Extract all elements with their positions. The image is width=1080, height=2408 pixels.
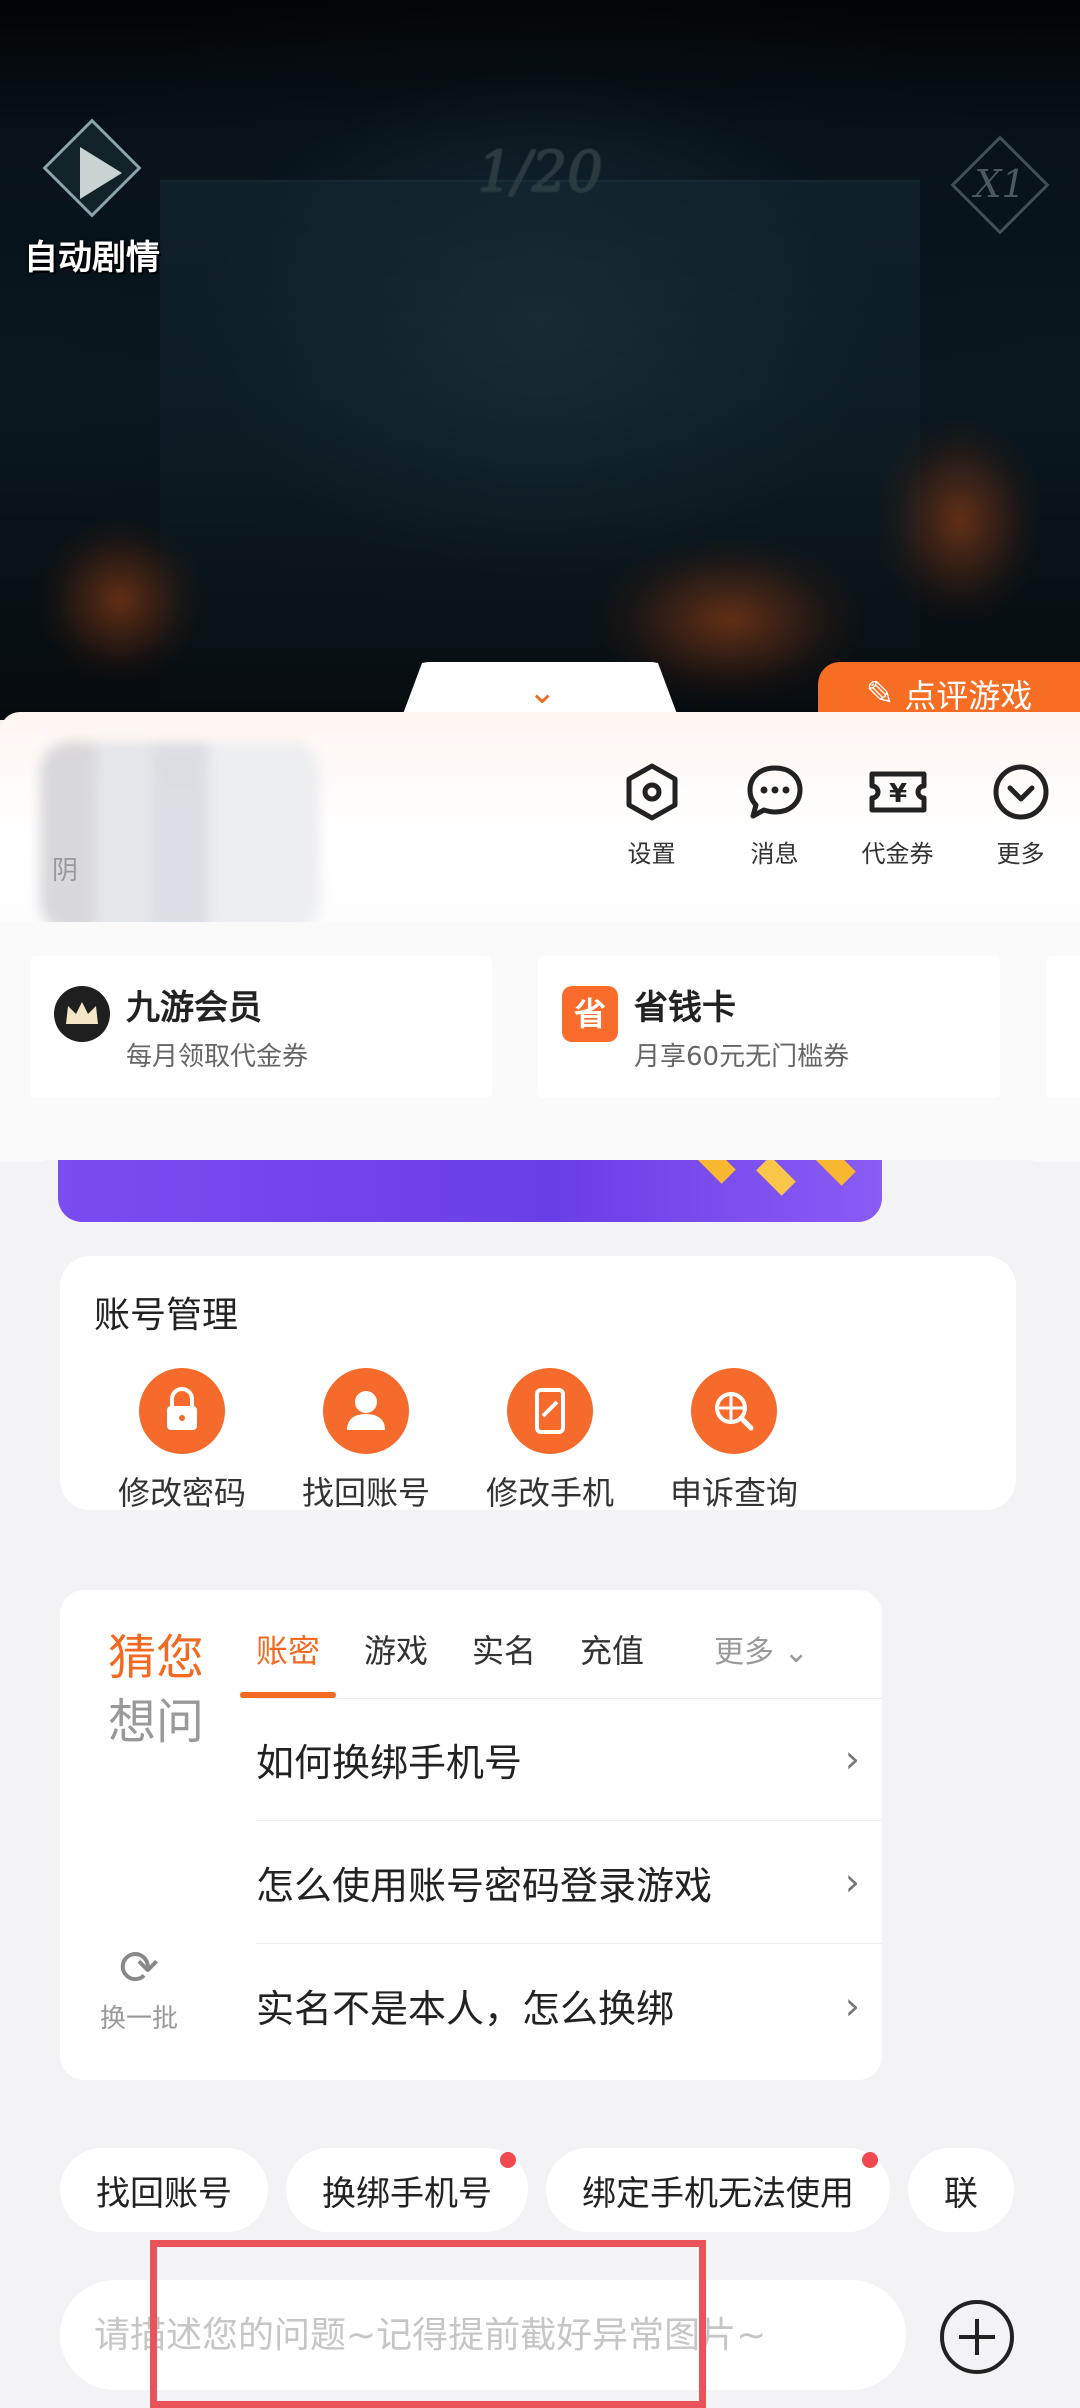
- quick-topic-chips: 找回账号 换绑手机号 绑定手机无法使用 联: [60, 2148, 1080, 2232]
- chevron-down-icon: ⌄: [774, 1635, 809, 1670]
- vip-membership-card[interactable]: 九游会员 每月领取代金券: [30, 956, 492, 1098]
- user-header: 阴 设置 消息 ¥ 代金券 更多: [0, 712, 1080, 932]
- faq-question: 实名不是本人，怎么换绑: [256, 1987, 675, 2031]
- faq-card: 猜您 想问 ⟳ 换一批 账密 游戏 实名 充值 更多 ⌄ 如何换绑手机号 › 怎…: [60, 1590, 882, 2080]
- more-label: 更多: [996, 840, 1045, 868]
- settings-label: 设置: [627, 840, 676, 868]
- speed-label: X1: [974, 162, 1026, 206]
- auto-play-label: 自动剧情: [24, 238, 160, 278]
- quick-actions: 设置 消息 ¥ 代金券 更多: [590, 762, 1080, 869]
- message-bubble-icon: [745, 762, 805, 822]
- speed-button[interactable]: X1: [950, 135, 1050, 235]
- coupon-ticket-icon: ¥: [868, 762, 928, 822]
- faq-question: 怎么使用账号密码登录游戏: [256, 1863, 713, 1908]
- faq-title-line1: 猜您: [108, 1630, 205, 1686]
- chevron-right-icon: ›: [844, 1983, 860, 2028]
- account-management-card: 账号管理 修改密码 找回账号 修改手机 申诉查询: [60, 1256, 1016, 1512]
- next-card-peek: [1046, 956, 1080, 1098]
- lock-icon: [139, 1368, 225, 1454]
- faq-item[interactable]: 怎么使用账号密码登录游戏 ›: [256, 1821, 882, 1944]
- appeal-query-button[interactable]: 申诉查询: [642, 1368, 826, 1514]
- messages-button[interactable]: 消息: [713, 762, 836, 869]
- chip-label: 联: [944, 2173, 978, 2214]
- rate-game-label: 点评游戏: [904, 677, 1033, 715]
- coupons-label: 代金券: [861, 840, 934, 868]
- more-button[interactable]: 更多: [959, 762, 1080, 869]
- save-card-title: 省钱卡: [634, 988, 736, 1028]
- change-password-button[interactable]: 修改密码: [90, 1368, 274, 1514]
- new-dot-badge: [862, 2152, 878, 2168]
- chip-change-phone[interactable]: 换绑手机号: [286, 2148, 528, 2232]
- chevron-down-icon: ⌄: [528, 672, 557, 712]
- refresh-icon: ⟳: [118, 1940, 160, 1996]
- fire-glow: [880, 420, 1040, 620]
- fire-glow: [40, 520, 200, 680]
- refresh-label: 换一批: [99, 2004, 178, 2034]
- new-dot-badge: [500, 2152, 516, 2168]
- faq-item[interactable]: 实名不是本人，怎么换绑 ›: [256, 1944, 882, 2067]
- recover-account-label: 找回账号: [301, 1474, 430, 1512]
- settings-button[interactable]: 设置: [590, 762, 713, 869]
- coin-decoration: [696, 1160, 736, 1184]
- refresh-button[interactable]: ⟳ 换一批: [92, 1940, 186, 2035]
- faq-list: 如何换绑手机号 › 怎么使用账号密码登录游戏 › 实名不是本人，怎么换绑 ›: [256, 1698, 882, 2067]
- coupons-button[interactable]: ¥ 代金券: [836, 762, 959, 869]
- crown-icon: [54, 986, 110, 1042]
- faq-title-line2: 想问: [108, 1694, 205, 1750]
- account-management-title: 账号管理: [94, 1295, 239, 1336]
- coin-decoration: [756, 1160, 796, 1196]
- appeal-query-label: 申诉查询: [669, 1474, 798, 1512]
- tab-more[interactable]: 更多 ⌄: [714, 1627, 809, 1671]
- chevron-right-icon: ›: [844, 1737, 860, 1781]
- user-status-text: 阴: [52, 856, 79, 886]
- add-attachment-button[interactable]: [940, 2300, 1014, 2374]
- avatar[interactable]: [40, 742, 320, 932]
- phone-edit-icon: [507, 1368, 593, 1454]
- faq-question: 如何换绑手机号: [256, 1740, 523, 1785]
- chevron-right-icon: ›: [844, 1860, 860, 1904]
- change-phone-label: 修改手机: [485, 1474, 614, 1512]
- chip-label: 找回账号: [96, 2173, 232, 2214]
- messages-label: 消息: [750, 840, 799, 868]
- auto-play-button[interactable]: 自动剧情: [22, 118, 162, 285]
- tab-account-password[interactable]: 账密: [239, 1626, 337, 1698]
- coin-decoration: [816, 1160, 856, 1186]
- page-counter: 1/20: [477, 140, 603, 205]
- save-card[interactable]: 省 省钱卡 月享60元无门槛券: [538, 956, 1000, 1098]
- faq-item[interactable]: 如何换绑手机号 ›: [256, 1698, 882, 1821]
- promo-banner[interactable]: [58, 1160, 882, 1222]
- game-scene: 自动剧情 1/20 X1: [0, 0, 1080, 720]
- tab-recharge[interactable]: 充值: [580, 1626, 644, 1672]
- save-card-icon: 省: [562, 986, 618, 1042]
- tab-game[interactable]: 游戏: [364, 1626, 428, 1672]
- recover-account-button[interactable]: 找回账号: [274, 1368, 458, 1514]
- vip-title: 九游会员: [126, 988, 262, 1028]
- pencil-icon: ✎: [865, 674, 895, 714]
- chip-contact[interactable]: 联: [908, 2148, 1014, 2232]
- vip-subtitle: 每月领取代金券: [126, 1042, 309, 1072]
- annotation-highlight-box: [150, 2240, 706, 2408]
- chevron-circle-icon: [991, 762, 1051, 822]
- settings-hex-icon: [622, 762, 682, 822]
- save-card-subtitle: 月享60元无门槛券: [634, 1042, 850, 1072]
- user-icon: [323, 1368, 409, 1454]
- chip-bound-phone-unusable[interactable]: 绑定手机无法使用: [546, 2148, 890, 2232]
- membership-strip: 九游会员 每月领取代金券 省 省钱卡 月享60元无门槛券: [0, 922, 1080, 1162]
- chip-label: 换绑手机号: [322, 2173, 492, 2214]
- tab-more-label: 更多: [714, 1635, 775, 1670]
- change-password-label: 修改密码: [117, 1474, 246, 1512]
- search-globe-icon: [691, 1368, 777, 1454]
- chip-recover-account[interactable]: 找回账号: [60, 2148, 268, 2232]
- faq-tabs: 账密 游戏 实名 充值 更多 ⌄: [239, 1626, 853, 1698]
- chip-label: 绑定手机无法使用: [582, 2173, 854, 2214]
- change-phone-button[interactable]: 修改手机: [458, 1368, 642, 1514]
- play-icon: [80, 147, 122, 199]
- svg-text:¥: ¥: [888, 779, 906, 809]
- tab-real-name[interactable]: 实名: [472, 1626, 536, 1672]
